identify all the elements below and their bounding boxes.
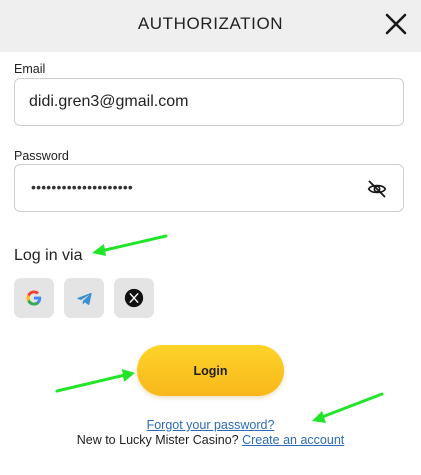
annotation-arrows bbox=[55, 234, 384, 423]
arrow-login-button bbox=[55, 373, 127, 393]
arrow-forgot-password bbox=[320, 392, 384, 419]
arrow-login-via bbox=[99, 234, 168, 253]
